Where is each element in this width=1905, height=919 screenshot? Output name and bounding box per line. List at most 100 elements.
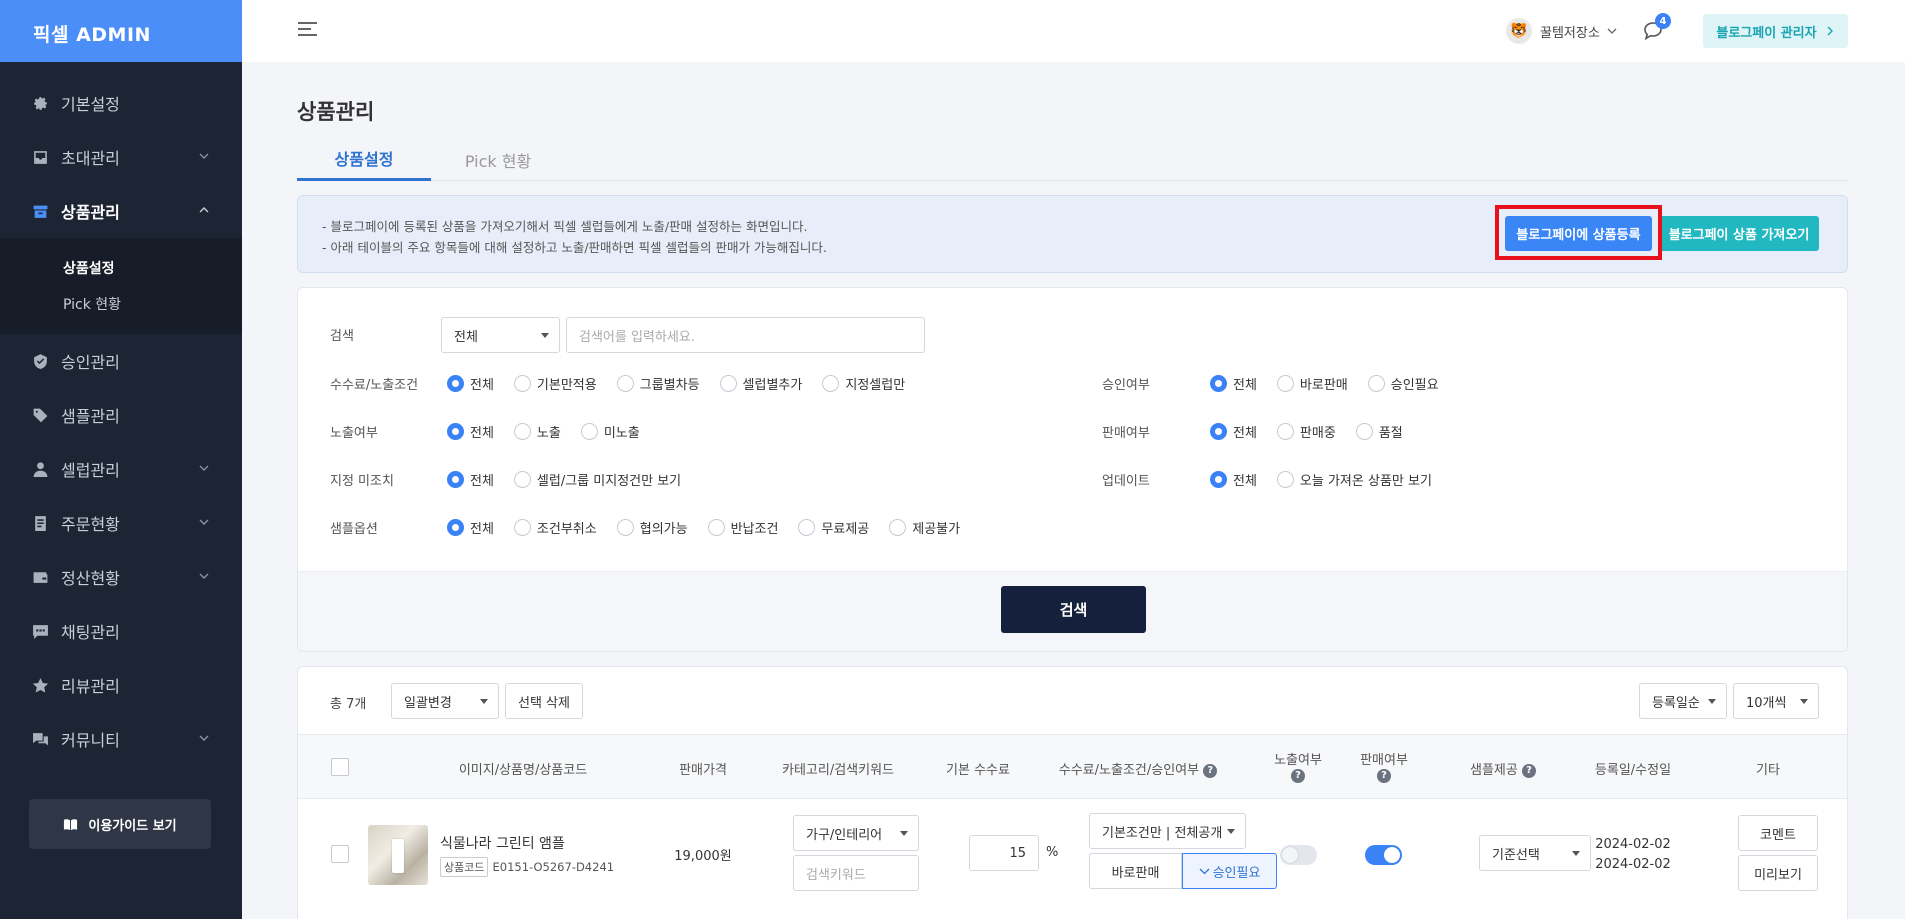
radio-expose-on[interactable]: 노출 (513, 422, 561, 441)
sidebar-item-reviews[interactable]: 리뷰관리 (0, 658, 242, 712)
bulk-change-select[interactable]: 일괄변경 (391, 683, 499, 719)
radio-approve-direct[interactable]: 바로판매 (1276, 374, 1348, 393)
help-icon[interactable]: ? (1521, 763, 1536, 778)
tab-product-settings[interactable]: 상품설정 (297, 138, 431, 181)
expose-toggle[interactable] (1280, 845, 1317, 865)
search-label: 검색 (330, 329, 354, 344)
radio-approve-all[interactable]: 전체 (1210, 374, 1257, 393)
sidebar-item-approval[interactable]: 승인관리 (0, 334, 242, 388)
radio-fee-all[interactable]: 전체 (447, 374, 494, 393)
radio-unassigned-only[interactable]: 셀럽/그룹 미지정건만 보기 (513, 470, 681, 489)
radio-sample-negotiable[interactable]: 협의가능 (616, 518, 688, 537)
sidebar-subitem-pick-status[interactable]: Pick 현황 (0, 286, 242, 322)
condition-select[interactable]: 기본조건만 | 전체공개 (1089, 813, 1246, 849)
radio-label: 전체 (1233, 474, 1257, 489)
radio-expose-all[interactable]: 전체 (447, 422, 494, 441)
notification-button[interactable]: 4 (1642, 13, 1671, 42)
radio-dot (822, 375, 840, 392)
radio-label: 기본만적용 (536, 378, 597, 393)
sidebar-item-label: 샘플관리 (61, 407, 120, 426)
radio-sample-free[interactable]: 무료제공 (798, 518, 869, 537)
radio-label: 협의가능 (639, 522, 688, 537)
product-name[interactable]: 식물나라 그린티 앰플 (440, 833, 565, 853)
radio-label: 전체 (470, 522, 494, 537)
blogpay-admin-button[interactable]: 블로그페이 관리자 (1703, 14, 1848, 48)
header-etc: 기타 (1756, 763, 1780, 778)
sidebar-item-samples[interactable]: 샘플관리 (0, 388, 242, 442)
header-fee: 기본 수수료 (946, 763, 1010, 778)
help-icon[interactable]: ? (1203, 763, 1218, 778)
select-all-checkbox[interactable] (331, 758, 349, 776)
scrollbar[interactable] (1890, 62, 1905, 919)
sidebar-item-celebs[interactable]: 셀럽관리 (0, 442, 242, 496)
delete-selected-button[interactable]: 선택 삭제 (505, 683, 583, 719)
unassigned-label: 지정 미조치 (330, 474, 394, 489)
radio-fee-assigned[interactable]: 지정셀럽만 (822, 374, 905, 393)
app-logo[interactable]: 픽셀 ADMIN (0, 0, 242, 62)
header-expose-text: 노출여부 (1274, 753, 1322, 768)
need-approval-button[interactable]: 승인필요 (1182, 853, 1277, 889)
sidebar-item-basic-settings[interactable]: 기본설정 (0, 76, 242, 130)
sidebar-item-label: 커뮤니티 (61, 731, 120, 750)
radio-sale-all[interactable]: 전체 (1210, 422, 1257, 441)
sidebar-item-products[interactable]: 상품관리 (0, 184, 242, 238)
radio-dot (889, 519, 907, 536)
product-thumbnail[interactable] (368, 825, 428, 885)
row-checkbox[interactable] (331, 845, 349, 863)
radio-update-today[interactable]: 오늘 가져온 상품만 보기 (1276, 470, 1432, 489)
registered-date: 2024-02-02 (1595, 837, 1671, 852)
sort-select[interactable]: 등록일순 (1639, 683, 1727, 719)
comment-button[interactable]: 코멘트 (1738, 815, 1818, 851)
chevron-down-icon (199, 465, 209, 471)
header-product: 이미지/상품명/상품코드 (458, 763, 588, 778)
radio-expose-off[interactable]: 미노출 (580, 422, 640, 441)
approve-label: 승인여부 (1102, 378, 1150, 393)
sale-toggle[interactable] (1365, 845, 1402, 865)
sidebar-item-invite[interactable]: 초대관리 (0, 130, 242, 184)
user-menu[interactable]: 🐯 꿀템저장소 (1506, 18, 1618, 44)
radio-sale-soldout[interactable]: 품절 (1355, 422, 1403, 441)
import-product-button[interactable]: 블로그페이 상품 가져오기 (1659, 216, 1819, 251)
guide-button[interactable]: 이용가이드 보기 (29, 799, 211, 849)
preview-button[interactable]: 미리보기 (1738, 855, 1818, 891)
search-input[interactable]: 검색어를 입력하세요. (566, 317, 925, 353)
sidebar-item-orders[interactable]: 주문현황 (0, 496, 242, 550)
highlight-box (1495, 205, 1662, 260)
direct-sale-button[interactable]: 바로판매 (1089, 853, 1182, 889)
radio-unassigned-all[interactable]: 전체 (447, 470, 494, 489)
sidebar-item-label: 초대관리 (61, 149, 120, 168)
radio-approve-required[interactable]: 승인필요 (1367, 374, 1439, 393)
help-icon[interactable]: ? (1291, 768, 1305, 783)
sidebar-item-settlement[interactable]: 정산현황 (0, 550, 242, 604)
radio-fee-basic[interactable]: 기본만적용 (513, 374, 597, 393)
help-icon[interactable]: ? (1377, 768, 1391, 783)
fee-input[interactable]: 15 (969, 835, 1039, 871)
search-button[interactable]: 검색 (1001, 586, 1146, 633)
radio-sample-unavailable[interactable]: 제공불가 (889, 518, 960, 537)
radio-dot (447, 423, 464, 440)
radio-dot (1355, 423, 1373, 440)
radio-label: 지정셀럽만 (845, 378, 906, 393)
search-type-select[interactable]: 전체 (441, 317, 560, 353)
radio-update-all[interactable]: 전체 (1210, 470, 1257, 489)
radio-fee-celeb[interactable]: 셀럽별추가 (719, 374, 802, 393)
radio-label: 오늘 가져온 상품만 보기 (1299, 474, 1432, 489)
radio-sample-return[interactable]: 반납조건 (707, 518, 778, 537)
radio-fee-group[interactable]: 그룹별차등 (616, 374, 700, 393)
sidebar-subitem-product-settings[interactable]: 상품설정 (0, 250, 242, 286)
chevron-down-icon (199, 573, 209, 579)
radio-sample-conditional[interactable]: 조건부취소 (513, 518, 597, 537)
page-size-value: 10개씩 (1746, 695, 1787, 711)
radio-sale-on[interactable]: 판매중 (1276, 422, 1336, 441)
menu-toggle-icon[interactable] (298, 22, 317, 38)
radio-sample-all[interactable]: 전체 (447, 518, 494, 537)
inbox-icon (32, 149, 49, 166)
tab-pick-status[interactable]: Pick 현황 (431, 138, 565, 181)
keyword-input[interactable]: 검색키워드 (793, 855, 919, 891)
radio-dot (447, 519, 464, 536)
sidebar-item-community[interactable]: 커뮤니티 (0, 712, 242, 766)
sale-label: 판매여부 (1102, 426, 1150, 441)
category-select[interactable]: 가구/인테리어 (793, 815, 919, 851)
sidebar-item-chat[interactable]: 채팅관리 (0, 604, 242, 658)
page-size-select[interactable]: 10개씩 (1733, 683, 1819, 719)
